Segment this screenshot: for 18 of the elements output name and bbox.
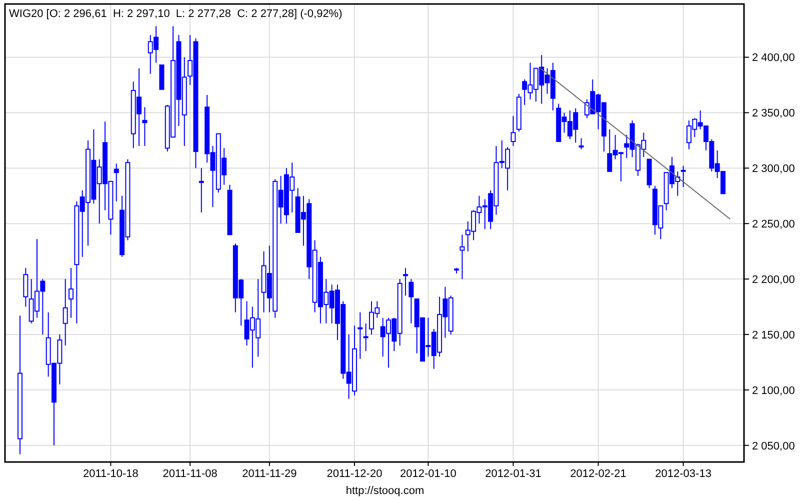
x-tick-label: 2012-01-31 [485, 468, 542, 480]
y-tick-label: 2 100,00 [752, 384, 795, 397]
x-tick-label: 2011-11-29 [242, 468, 297, 480]
y-tick-label: 2 350,00 [752, 108, 795, 120]
x-tick-label: 2011-11-08 [162, 468, 218, 480]
y-tick-label: 2 050,00 [752, 440, 795, 452]
chart-title: WIG20 [O: 2 296,61 H: 2 297,10 L: 2 277,28 C: 2 277,28] (-0,92%) [9, 8, 342, 20]
source-link[interactable]: http://stooq.com [346, 485, 424, 497]
x-tick-label: 2012-02-21 [570, 468, 626, 480]
y-tick-label: 2 150,00 [752, 329, 795, 342]
y-tick-label: 2 200,00 [752, 274, 795, 286]
y-tick-label: 2 300,00 [752, 163, 795, 176]
x-tick-label: 2011-10-18 [82, 468, 138, 480]
y-tick-label: 2 250,00 [752, 218, 795, 231]
x-tick-label: 2012-03-13 [655, 468, 712, 480]
y-tick-label: 2 400,00 [752, 52, 795, 64]
x-tick-label: 2011-12-20 [326, 468, 382, 480]
x-tick-label: 2012-01-10 [400, 468, 456, 480]
